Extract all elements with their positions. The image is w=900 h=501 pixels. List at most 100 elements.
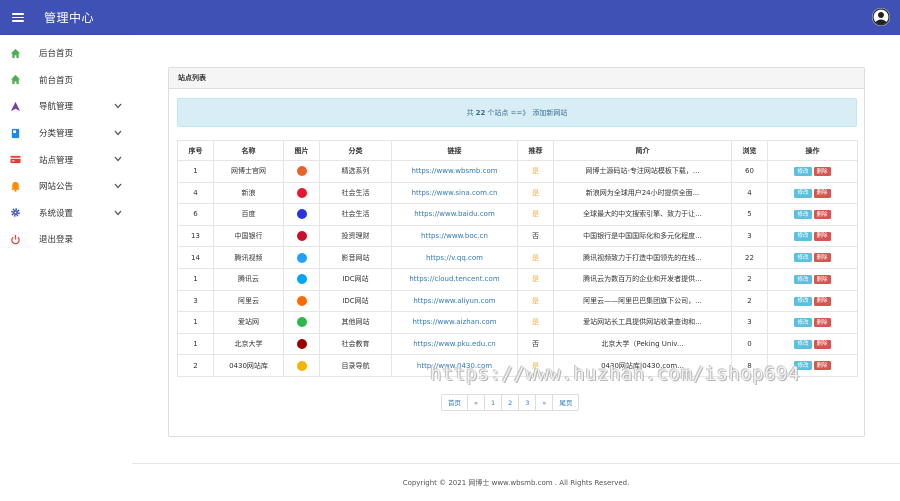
row-image	[283, 160, 320, 183]
delete-button[interactable]: 删除	[813, 361, 831, 371]
menu-toggle-icon[interactable]	[12, 13, 24, 22]
edit-button[interactable]: 修改	[794, 188, 812, 198]
row-link[interactable]: https://www.pku.edu.cn	[391, 332, 518, 356]
count-prefix: 共	[466, 108, 474, 117]
row-intro: 新浪网为全球用户24小时提供全面...	[553, 181, 732, 205]
row-category: IDC网站	[319, 267, 392, 291]
table-header-col-image: 图片	[283, 140, 320, 161]
row-views: 22	[731, 246, 768, 269]
main-content: 站点列表 共 22 个站点 ==》 添加新网站 序号 名称 图片 分类 链接 推荐 简介 浏览…	[132, 35, 900, 463]
row-link[interactable]: http://www.0430.com	[391, 354, 518, 377]
row-link[interactable]: https://v.qq.com	[391, 246, 518, 269]
row-actions: 修改 删除	[767, 354, 858, 377]
sidebar: 后台首页 前台首页 导航管理 分类管理 站点管理 网站公告 系统设置 退出登录	[0, 35, 132, 501]
navigation-icon	[10, 101, 21, 112]
delete-button[interactable]: 删除	[813, 275, 831, 285]
sidebar-item-front-home[interactable]: 前台首页	[0, 67, 132, 94]
row-id: 3	[177, 289, 214, 313]
next-page-button[interactable]: »	[535, 394, 554, 411]
site-logo-icon	[296, 209, 307, 220]
copyright-text: Copyright © 2021 网博士 www.wbsmb.com . All…	[402, 478, 630, 487]
row-link[interactable]: https://www.baidu.com	[391, 203, 518, 226]
sidebar-item-label: 系统设置	[39, 208, 74, 219]
page-2-button[interactable]: 2	[501, 394, 520, 411]
delete-button[interactable]: 删除	[813, 318, 831, 328]
row-id: 1	[177, 267, 214, 291]
home-icon	[10, 74, 21, 85]
panel-title: 站点列表	[169, 68, 864, 89]
page-1-button[interactable]: 1	[483, 394, 503, 411]
book-icon	[10, 128, 21, 139]
row-id: 1	[177, 311, 214, 334]
sidebar-item-category-manage[interactable]: 分类管理	[0, 120, 132, 147]
row-actions: 修改 删除	[767, 160, 858, 183]
row-recommend: 是	[517, 246, 554, 269]
edit-button[interactable]: 修改	[794, 275, 812, 285]
edit-button[interactable]: 修改	[794, 339, 812, 349]
edit-button[interactable]: 修改	[794, 253, 812, 263]
row-category: IDC网站	[319, 289, 392, 313]
chevron-down-icon[interactable]	[114, 129, 122, 138]
row-intro: 爱站网站长工具提供网站收录查询和...	[553, 311, 732, 334]
row-actions: 修改 删除	[767, 203, 858, 226]
row-id: 4	[177, 181, 214, 205]
chevron-down-icon[interactable]	[114, 209, 122, 218]
table-header-col-name: 名称	[213, 140, 284, 161]
row-category: 精选系列	[319, 160, 392, 183]
last-page-button[interactable]: 尾页	[552, 394, 580, 411]
chevron-down-icon[interactable]	[114, 155, 122, 164]
sidebar-item-announcement[interactable]: 网站公告	[0, 173, 132, 200]
row-category: 社会教育	[319, 332, 392, 356]
chevron-down-icon[interactable]	[114, 102, 122, 111]
delete-button[interactable]: 删除	[813, 167, 831, 177]
sidebar-item-label: 导航管理	[39, 102, 74, 113]
table-header-col-views: 浏览	[731, 140, 768, 161]
row-link[interactable]: https://www.aliyun.com	[391, 289, 518, 313]
row-views: 2	[731, 267, 768, 291]
prev-page-button[interactable]: «	[467, 394, 485, 411]
edit-button[interactable]: 修改	[794, 318, 812, 328]
sidebar-item-label: 站点管理	[39, 155, 74, 166]
row-link[interactable]: https://www.boc.cn	[391, 224, 518, 248]
sidebar-item-admin-home[interactable]: 后台首页	[0, 40, 132, 67]
sidebar-item-nav-manage[interactable]: 导航管理	[0, 93, 132, 120]
row-link[interactable]: https://www.wbsmb.com	[391, 160, 518, 183]
edit-button[interactable]: 修改	[794, 167, 812, 177]
add-site-link[interactable]: 添加新网站	[532, 108, 567, 118]
edit-button[interactable]: 修改	[794, 361, 812, 371]
row-name: 新浪	[213, 181, 284, 205]
edit-button[interactable]: 修改	[794, 231, 812, 241]
row-name: 腾讯云	[213, 267, 284, 291]
row-actions: 修改 删除	[767, 224, 858, 248]
sidebar-item-label: 网站公告	[39, 182, 74, 193]
delete-button[interactable]: 删除	[813, 339, 831, 349]
row-image	[283, 224, 320, 248]
edit-button[interactable]: 修改	[794, 210, 812, 220]
row-image	[283, 246, 320, 269]
page-3-button[interactable]: 3	[518, 394, 537, 411]
delete-button[interactable]: 删除	[813, 253, 831, 263]
edit-button[interactable]: 修改	[794, 296, 812, 306]
row-link[interactable]: https://cloud.tencent.com	[391, 267, 518, 291]
row-image	[283, 289, 320, 313]
user-avatar-icon[interactable]	[872, 8, 890, 26]
chevron-down-icon[interactable]	[114, 182, 122, 191]
delete-button[interactable]: 删除	[813, 188, 831, 198]
site-logo-icon	[296, 295, 307, 306]
row-image	[283, 354, 320, 377]
row-link[interactable]: https://www.aizhan.com	[391, 311, 518, 334]
site-table: 序号 名称 图片 分类 链接 推荐 简介 浏览 操作 1 网博士官网 精选系列 https://www…	[177, 140, 858, 377]
sidebar-item-settings[interactable]: 系统设置	[0, 200, 132, 227]
row-name: 爱站网	[213, 311, 284, 334]
sidebar-item-logout[interactable]: 退出登录	[0, 226, 132, 253]
delete-button[interactable]: 删除	[813, 296, 831, 306]
delete-button[interactable]: 删除	[813, 231, 831, 241]
row-recommend: 是	[517, 203, 554, 226]
sidebar-item-label: 退出登录	[39, 235, 74, 246]
row-link[interactable]: https://www.sina.com.cn	[391, 181, 518, 205]
sidebar-item-site-manage[interactable]: 站点管理	[0, 146, 132, 173]
site-logo-icon	[296, 252, 307, 263]
table-header-col-link: 链接	[391, 140, 518, 161]
first-page-button[interactable]: 首页	[441, 394, 468, 411]
delete-button[interactable]: 删除	[813, 210, 831, 220]
